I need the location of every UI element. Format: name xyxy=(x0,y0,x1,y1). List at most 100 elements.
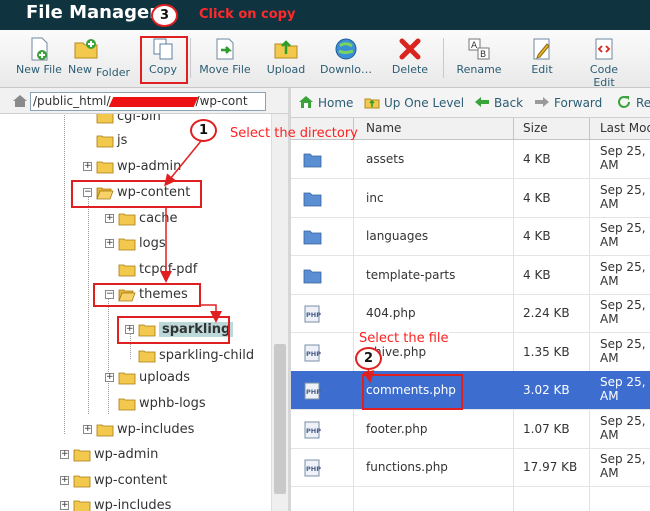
file-size: 4 KB xyxy=(523,152,551,166)
file-row[interactable]: PHP comments.php 3.02 KB Sep 25, AM xyxy=(291,371,650,410)
tree-item-wp-admin[interactable]: + wp-admin xyxy=(0,158,270,178)
php-file-icon: PHP xyxy=(304,421,321,438)
tree-item-label: js xyxy=(117,133,128,148)
code-edit-button[interactable]: Code Edit xyxy=(580,30,628,89)
tree-item-wp-includes[interactable]: + wp-includes xyxy=(0,497,270,511)
file-row[interactable]: assets 4 KB Sep 25, AM xyxy=(291,140,650,179)
tree-item-wphb-logs[interactable]: wphb-logs xyxy=(0,395,270,415)
tree-scrollbar[interactable] xyxy=(271,114,288,511)
edit-icon xyxy=(533,38,550,60)
file-size: 4 KB xyxy=(523,267,551,282)
file-last-modified: Sep 25, AM xyxy=(600,336,646,365)
step-3-instruction: Click on copy xyxy=(199,7,296,22)
folder-icon xyxy=(118,372,136,385)
copy-highlight xyxy=(140,36,188,84)
file-last-modified: Sep 25, AM xyxy=(600,298,646,326)
up-one-level-link[interactable]: Up One Level xyxy=(364,95,464,110)
rename-icon: A B xyxy=(468,38,490,60)
tree-item-label: wp-includes xyxy=(117,422,195,437)
file-row[interactable]: template-parts 4 KB Sep 25, AM xyxy=(291,256,650,295)
column-last-modified[interactable]: Last Mod xyxy=(600,121,650,135)
toolbar-separator xyxy=(443,38,444,78)
folder-icon xyxy=(96,114,114,124)
folder-icon xyxy=(96,135,114,148)
file-name: functions.php xyxy=(366,460,448,474)
file-last-modified: Sep 25, AM xyxy=(600,182,646,211)
tree-item-label: cgi-bin xyxy=(117,114,161,124)
folder-tree: cgi-bin js + wp-admin − wp-content + cache + logs… xyxy=(0,114,290,511)
file-row[interactable]: PHP hive.php 1.35 KB Sep 25, AM xyxy=(291,333,650,372)
file-last-modified: Sep 25, AM xyxy=(600,413,646,442)
reload-link[interactable]: Re xyxy=(616,95,650,110)
tree-item-uploads[interactable]: + uploads xyxy=(0,369,270,389)
edit-button[interactable]: Edit xyxy=(520,30,564,88)
new-folder-button[interactable]: New Folder xyxy=(66,30,130,88)
column-name[interactable]: Name xyxy=(366,121,401,135)
tree-item-label: logs xyxy=(139,236,166,251)
file-size: 4 KB xyxy=(523,190,551,205)
tree-item-logs[interactable]: + logs xyxy=(0,235,270,255)
php-file-icon: PHP xyxy=(304,305,321,323)
folder-icon xyxy=(118,213,136,226)
expand-icon[interactable]: + xyxy=(60,450,69,459)
file-name: template-parts xyxy=(366,267,456,282)
tree-item-tcpdf-pdf[interactable]: tcpdf-pdf xyxy=(0,261,270,281)
download-button[interactable]: Downlo… xyxy=(318,30,374,88)
toolbar: New File New Folder Copy Move File Uploa… xyxy=(0,30,650,89)
upload-icon xyxy=(274,40,298,59)
folder-icon xyxy=(118,398,136,411)
php-file-icon: PHP xyxy=(304,344,321,361)
file-size: 1.35 KB xyxy=(523,344,570,359)
home-link[interactable]: Home xyxy=(298,95,353,110)
folder-icon xyxy=(118,264,136,277)
step-1-instruction: Select the directory xyxy=(230,126,358,141)
tree-item-cache[interactable]: + cache xyxy=(0,210,270,230)
file-last-modified: Sep 25, AM xyxy=(600,259,646,288)
file-row[interactable]: languages 4 KB Sep 25, AM xyxy=(291,217,650,256)
expand-icon[interactable]: + xyxy=(83,425,92,434)
expand-icon[interactable]: + xyxy=(105,373,114,382)
forward-link[interactable]: Forward xyxy=(534,95,602,110)
tree-item-wp-includes[interactable]: + wp-includes xyxy=(0,421,270,441)
php-file-icon: PHP xyxy=(304,382,321,400)
file-row[interactable]: PHP 404.php 2.24 KB Sep 25, AM xyxy=(291,294,650,333)
tree-item-label: wp-includes xyxy=(94,498,172,511)
tree-item-wp-content[interactable]: + wp-content xyxy=(0,472,270,492)
expand-icon[interactable]: + xyxy=(83,162,92,171)
column-size[interactable]: Size xyxy=(523,121,548,135)
path-input[interactable]: /public_html//wp-cont xyxy=(30,92,266,111)
tree-scrollbar-thumb[interactable] xyxy=(274,344,286,494)
tree-item-label: wp-admin xyxy=(117,159,182,174)
step-3-marker: 3 xyxy=(151,4,178,27)
tree-item-label: wp-admin xyxy=(94,447,159,462)
file-row[interactable]: inc 4 KB Sep 25, AM xyxy=(291,179,650,218)
up-folder-icon xyxy=(364,98,380,109)
new-file-button[interactable]: New File xyxy=(10,30,68,88)
back-link[interactable]: Back xyxy=(474,95,523,110)
tree-item-label: wphb-logs xyxy=(139,396,206,411)
file-row[interactable]: PHP functions.php 17.97 KB Sep 25, AM xyxy=(291,448,650,487)
upload-button[interactable]: Upload xyxy=(262,30,310,88)
delete-button[interactable]: Delete xyxy=(386,30,434,88)
svg-text:PHP: PHP xyxy=(306,427,321,435)
tree-item-label: uploads xyxy=(139,370,191,385)
tree-item-sparkling-child[interactable]: sparkling-child xyxy=(0,347,270,367)
file-row[interactable]: PHP footer.php 1.07 KB Sep 25, AM xyxy=(291,410,650,449)
folder-icon xyxy=(303,153,322,168)
file-size: 4 KB xyxy=(523,229,551,243)
file-size: 3.02 KB xyxy=(523,383,570,397)
move-file-button[interactable]: Move File xyxy=(196,30,254,88)
expand-icon[interactable]: + xyxy=(105,239,114,248)
forward-arrow-icon xyxy=(535,97,549,107)
tree-item-label: wp-content xyxy=(94,473,168,488)
tree-item-wp-admin[interactable]: + wp-admin xyxy=(0,446,270,466)
expand-icon[interactable]: + xyxy=(105,214,114,223)
folder-icon xyxy=(73,500,91,511)
expand-icon[interactable]: + xyxy=(60,476,69,485)
home-path-icon[interactable] xyxy=(12,94,28,108)
file-last-modified: Sep 25, AM xyxy=(600,375,646,403)
expand-icon[interactable]: + xyxy=(60,501,69,510)
file-size: 17.97 KB xyxy=(523,460,578,474)
tree-item-label: sparkling-child xyxy=(159,348,255,363)
rename-button[interactable]: A B Rename xyxy=(452,30,506,88)
